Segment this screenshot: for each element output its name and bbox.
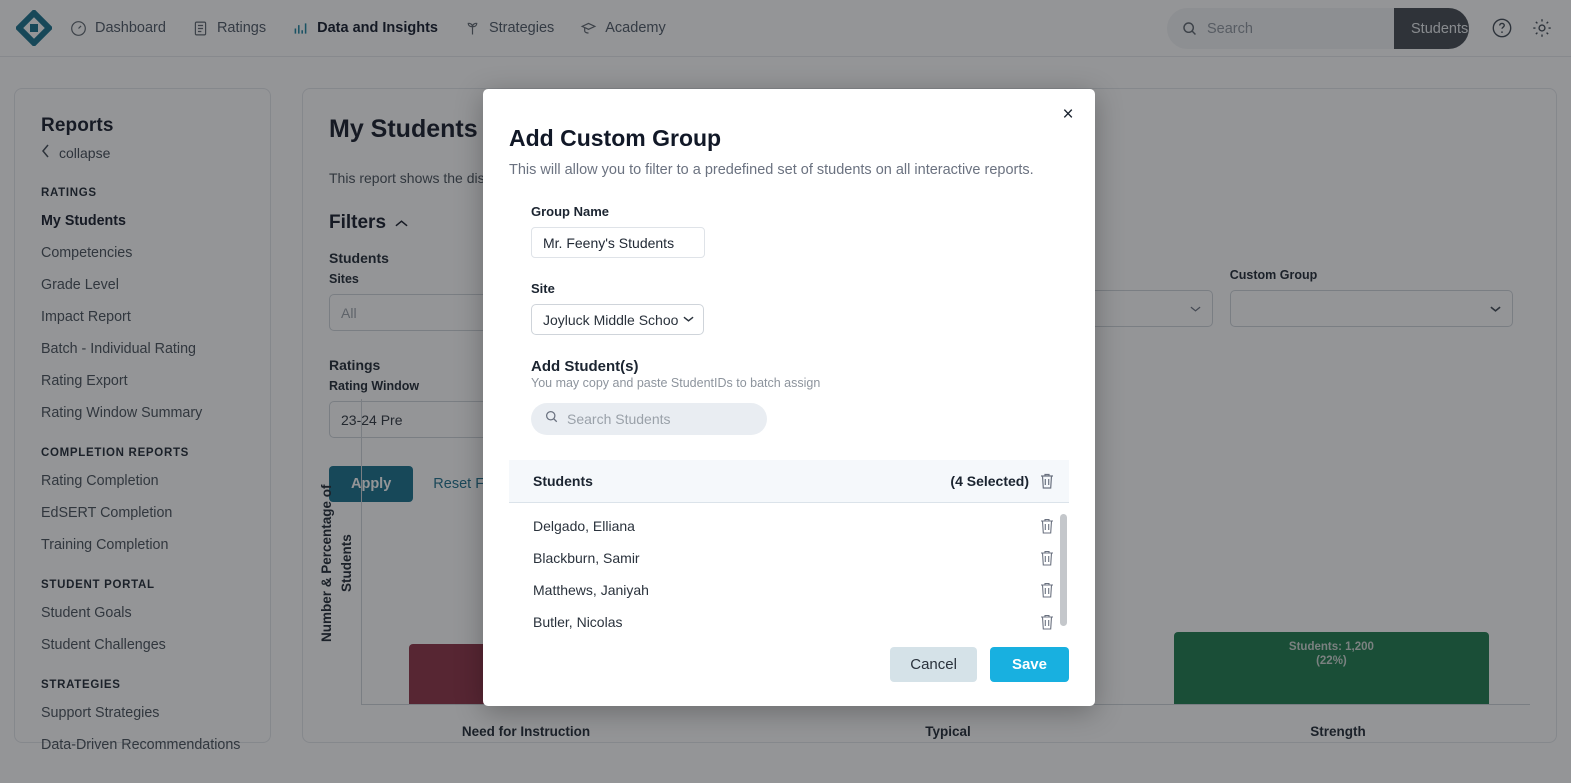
delete-icon[interactable] [1039,613,1055,631]
student-name: Blackburn, Samir [533,550,640,566]
delete-icon[interactable] [1039,517,1055,535]
student-name: Butler, Nicolas [533,614,622,630]
students-table: Students (4 Selected) Delgado, Elliana B… [509,460,1069,638]
chevron-down-icon [679,314,694,326]
student-row[interactable]: Butler, Nicolas [509,606,1069,638]
selected-count-badge: (4 Selected) [950,473,1029,489]
delete-icon[interactable] [1039,581,1055,599]
site-field: Site Joyluck Middle Schoo [509,281,1069,335]
cancel-button[interactable]: Cancel [890,647,977,682]
delete-icon[interactable] [1039,549,1055,567]
add-students-label: Add Student(s) [531,358,1069,375]
dialog-title: Add Custom Group [509,125,1069,152]
group-name-field: Group Name [509,204,1069,258]
site-select[interactable]: Joyluck Middle Schoo [531,304,704,335]
add-students-hint: You may copy and paste StudentIDs to bat… [531,376,1069,390]
dialog-actions: Cancel Save [890,647,1069,682]
save-button[interactable]: Save [990,647,1069,682]
close-icon[interactable]: × [1055,101,1081,127]
student-row[interactable]: Delgado, Elliana [509,510,1069,542]
students-column-header: Students [533,473,593,489]
delete-all-icon[interactable] [1039,472,1055,490]
group-name-input[interactable] [531,227,705,258]
student-row[interactable]: Blackburn, Samir [509,542,1069,574]
student-name: Matthews, Janiyah [533,582,649,598]
student-name: Delgado, Elliana [533,518,635,534]
student-row[interactable]: Matthews, Janiyah [509,574,1069,606]
dialog-subtitle: This will allow you to filter to a prede… [509,159,1049,181]
students-table-header: Students (4 Selected) [509,460,1069,503]
group-name-label: Group Name [531,204,1069,219]
student-search-box [531,403,767,435]
student-search-input[interactable] [559,411,754,427]
students-list-scrollbar[interactable] [1060,514,1067,626]
site-value: Joyluck Middle Schoo [543,312,678,328]
site-label: Site [531,281,1069,296]
search-icon [544,409,559,429]
add-custom-group-dialog: × Add Custom Group This will allow you t… [483,89,1095,706]
add-students-field: Add Student(s) You may copy and paste St… [509,358,1069,435]
students-list: Delgado, Elliana Blackburn, Samir Matthe… [509,510,1069,638]
